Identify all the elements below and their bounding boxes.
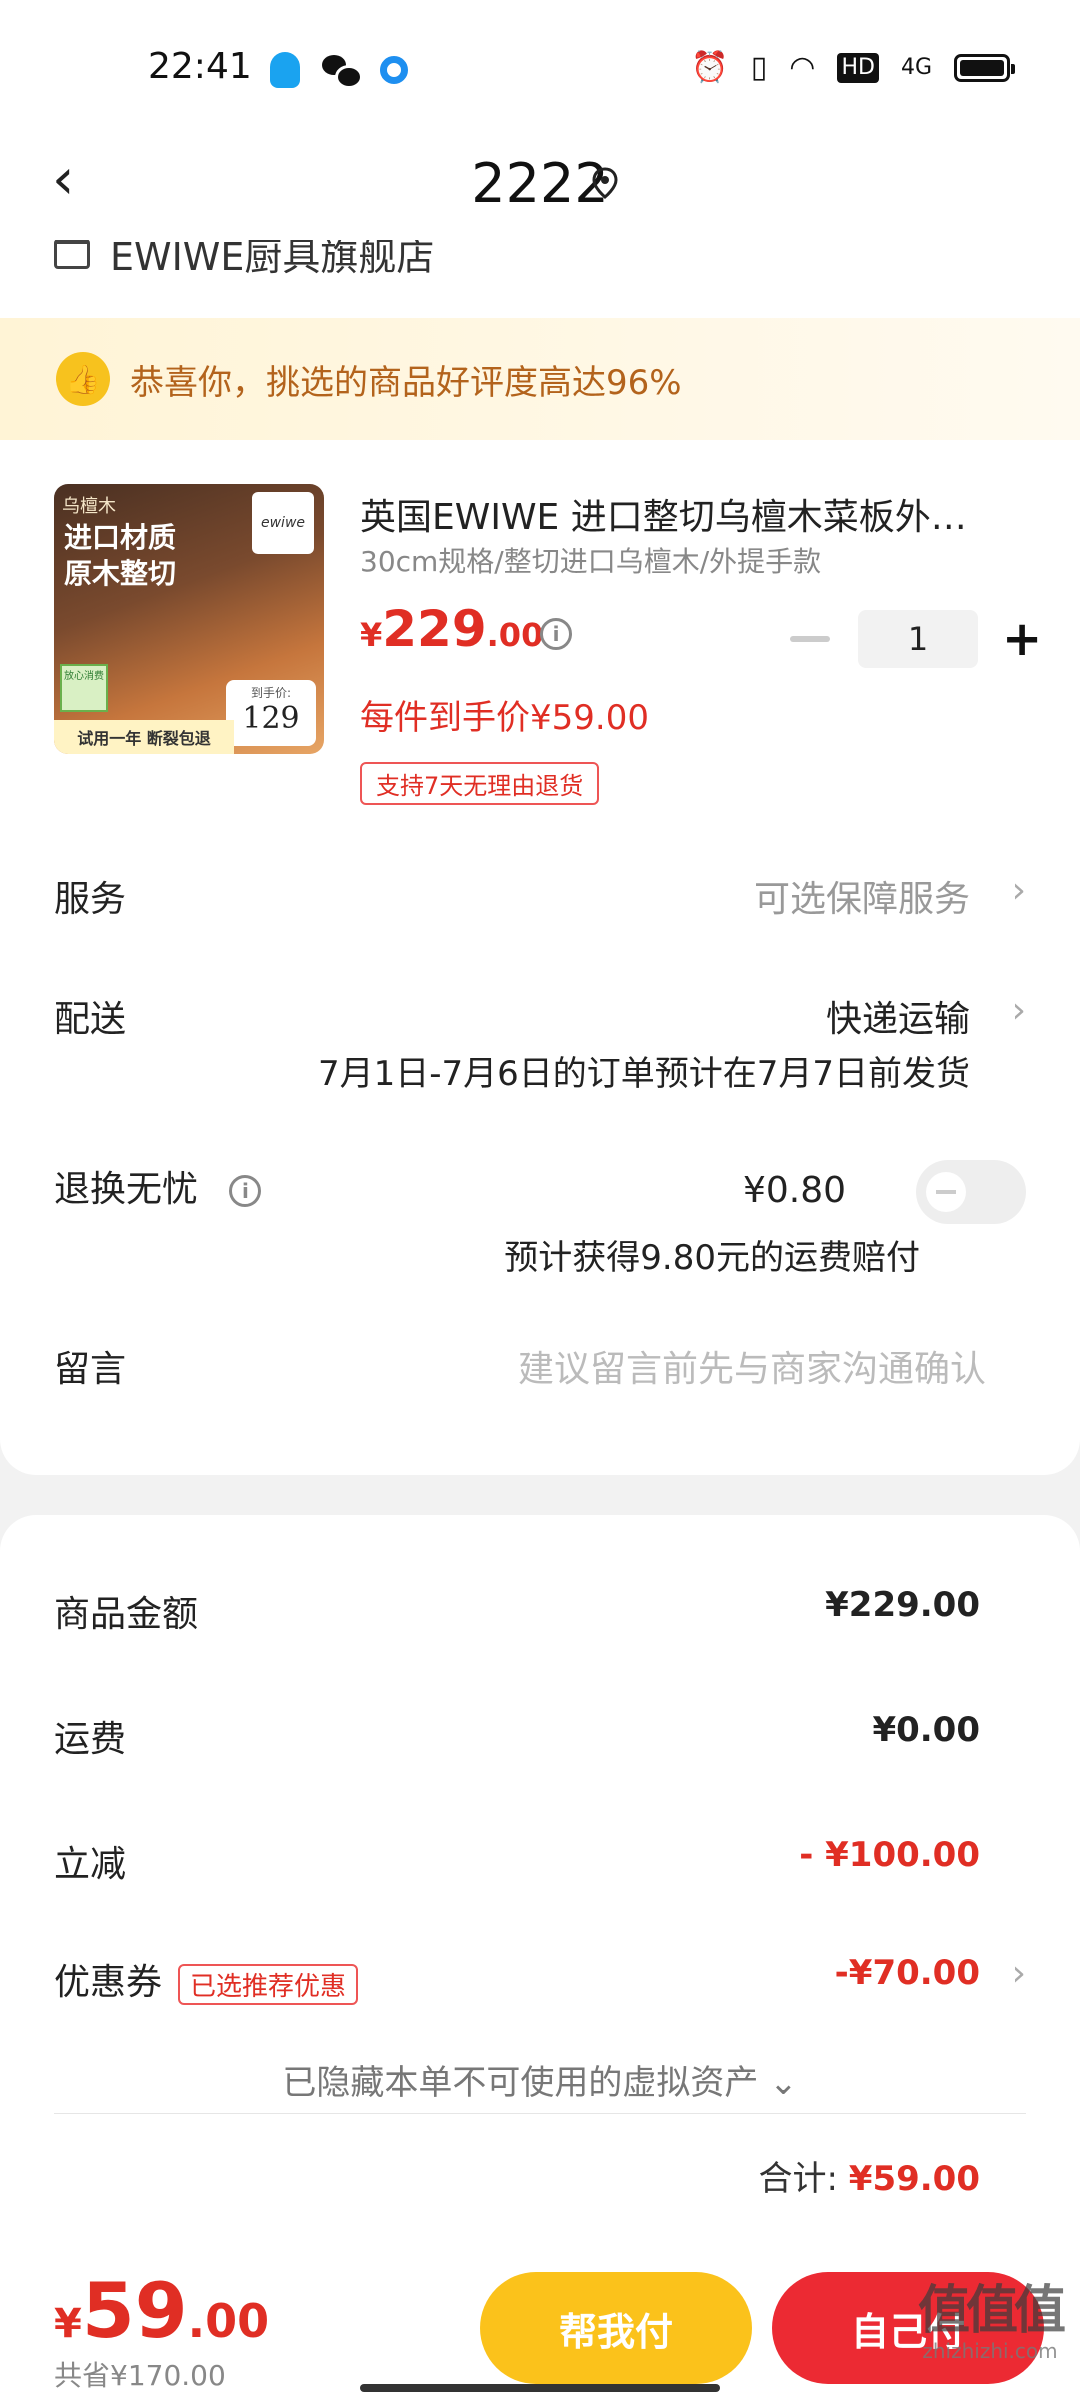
- worry-free-price: ¥0.80: [742, 1170, 846, 1211]
- worry-free-note: 预计获得9.80元的运费赔付: [504, 1238, 920, 1278]
- brand-logo: ewiwe: [252, 492, 314, 554]
- product-price: ¥229.00: [360, 600, 544, 658]
- total-row: 合计: ¥59.00: [758, 2159, 980, 2199]
- service-row[interactable]: 服务 可选保障服务 ›: [54, 870, 1026, 930]
- store-icon: [54, 240, 90, 269]
- message-input[interactable]: 建议留言前先与商家沟通确认: [518, 1340, 986, 1392]
- info-icon[interactable]: i: [229, 1175, 262, 1207]
- unit-price: 每件到手价¥59.00: [360, 698, 649, 738]
- qq-icon: [270, 52, 300, 88]
- hd-icon: HD: [837, 53, 879, 83]
- delivery-value: 快递运输: [825, 999, 970, 1040]
- order-card: 乌檀木 ewiwe 进口材质 原木整切 放心消费 到手价: 129 试用一年 断…: [0, 440, 1080, 1475]
- product-spec[interactable]: 30cm规格/整切进口乌檀木/外提手款: [360, 540, 821, 580]
- return-policy-tag: 支持7天无理由退货: [360, 762, 600, 805]
- consumer-badge: 放心消费: [60, 664, 108, 712]
- congrats-text: 恭喜你，挑选的商品好评度高达96%: [130, 362, 682, 403]
- shipping-row: 运费 ¥0.00: [54, 1710, 980, 1760]
- total-value: ¥59.00: [848, 2159, 980, 2199]
- discount-row: 立减 - ¥100.00: [54, 1835, 980, 1885]
- chevron-right-icon: ›: [1011, 870, 1026, 911]
- delivery-row[interactable]: 配送 快递运输 › 7月1日-7月6日的订单预计在7月7日前发货: [54, 990, 1026, 1110]
- pay-amount: ¥59.00: [54, 2266, 270, 2355]
- store-row[interactable]: EWIWE厨具旗舰店: [0, 240, 1080, 320]
- goods-amount-row: 商品金额 ¥229.00: [54, 1585, 980, 1635]
- quantity-input[interactable]: 1: [858, 610, 978, 668]
- battery-icon: [954, 54, 1015, 82]
- location-pin-icon[interactable]: [592, 167, 618, 199]
- saved-amount: 共省¥170.00: [54, 2359, 226, 2392]
- page-header: ‹ 2222: [0, 130, 1080, 240]
- app-notification-icon: [380, 56, 408, 84]
- congrats-banner: 👍 恭喜你，挑选的商品好评度高达96%: [0, 318, 1080, 440]
- product-image[interactable]: 乌檀木 ewiwe 进口材质 原木整切 放心消费 到手价: 129 试用一年 断…: [54, 484, 324, 754]
- image-price-tag: 到手价: 129: [226, 680, 316, 746]
- wifi-icon: ◠: [789, 50, 816, 85]
- wechat-icon: [322, 55, 363, 89]
- home-indicator[interactable]: [360, 2384, 720, 2392]
- chevron-right-icon: ›: [1011, 990, 1026, 1031]
- delivery-label: 配送: [54, 999, 127, 1040]
- worry-free-row: 退换无忧 i ¥0.80 预计获得9.80元的运费赔付: [54, 1160, 1026, 1280]
- vibrate-icon: ▯: [750, 50, 768, 85]
- friend-pay-button[interactable]: 帮我付: [480, 2272, 752, 2384]
- service-value: 可选保障服务: [753, 879, 970, 920]
- divider: [54, 2113, 1026, 2114]
- message-row[interactable]: 留言 建议留言前先与商家沟通确认: [54, 1340, 1026, 1400]
- thumbs-up-icon: 👍: [56, 352, 110, 406]
- watermark: 值值值 zhizhizhi.com: [917, 2281, 1066, 2363]
- coupon-tag: 已选推荐优惠: [178, 1963, 359, 2005]
- minus-button[interactable]: [790, 636, 830, 642]
- service-label: 服务: [54, 879, 127, 920]
- store-name: EWIWE厨具旗舰店: [110, 240, 435, 279]
- goods-amount: ¥229.00: [825, 1585, 980, 1625]
- message-label: 留言: [54, 1349, 127, 1390]
- coupon-amount: -¥70.00: [834, 1953, 980, 1993]
- worry-free-toggle[interactable]: [916, 1160, 1026, 1224]
- alarm-icon: ⏰: [691, 50, 729, 85]
- hidden-assets-toggle[interactable]: 已隐藏本单不可使用的虚拟资产 ⌄: [0, 2055, 1080, 2104]
- status-time: 22:41: [148, 46, 252, 87]
- product-title[interactable]: 英国EWIWE 进口整切乌檀木菜板外提手款: [360, 488, 1000, 540]
- worry-free-label: 退换无忧 i: [54, 1160, 262, 1212]
- plus-button[interactable]: +: [1002, 615, 1042, 663]
- quantity-stepper: 1 +: [790, 610, 1042, 668]
- delivery-note: 7月1日-7月6日的订单预计在7月7日前发货: [317, 1054, 970, 1094]
- status-bar: 22:41 ⏰ ▯ ◠ HD 4G: [0, 0, 1080, 130]
- price-info-icon[interactable]: i: [540, 618, 572, 650]
- shipping-amount: ¥0.00: [872, 1710, 980, 1750]
- coupon-row[interactable]: 优惠券 已选推荐优惠 -¥70.00 ›: [54, 1953, 1026, 2005]
- price-summary-card: 商品金额 ¥229.00 运费 ¥0.00 立减 - ¥100.00 优惠券 已选…: [0, 1515, 1080, 2255]
- signal-icon: 4G: [900, 55, 932, 80]
- discount-amount: - ¥100.00: [799, 1835, 980, 1875]
- page-title: 2222: [471, 152, 609, 215]
- chevron-right-icon: ›: [1011, 1953, 1026, 1994]
